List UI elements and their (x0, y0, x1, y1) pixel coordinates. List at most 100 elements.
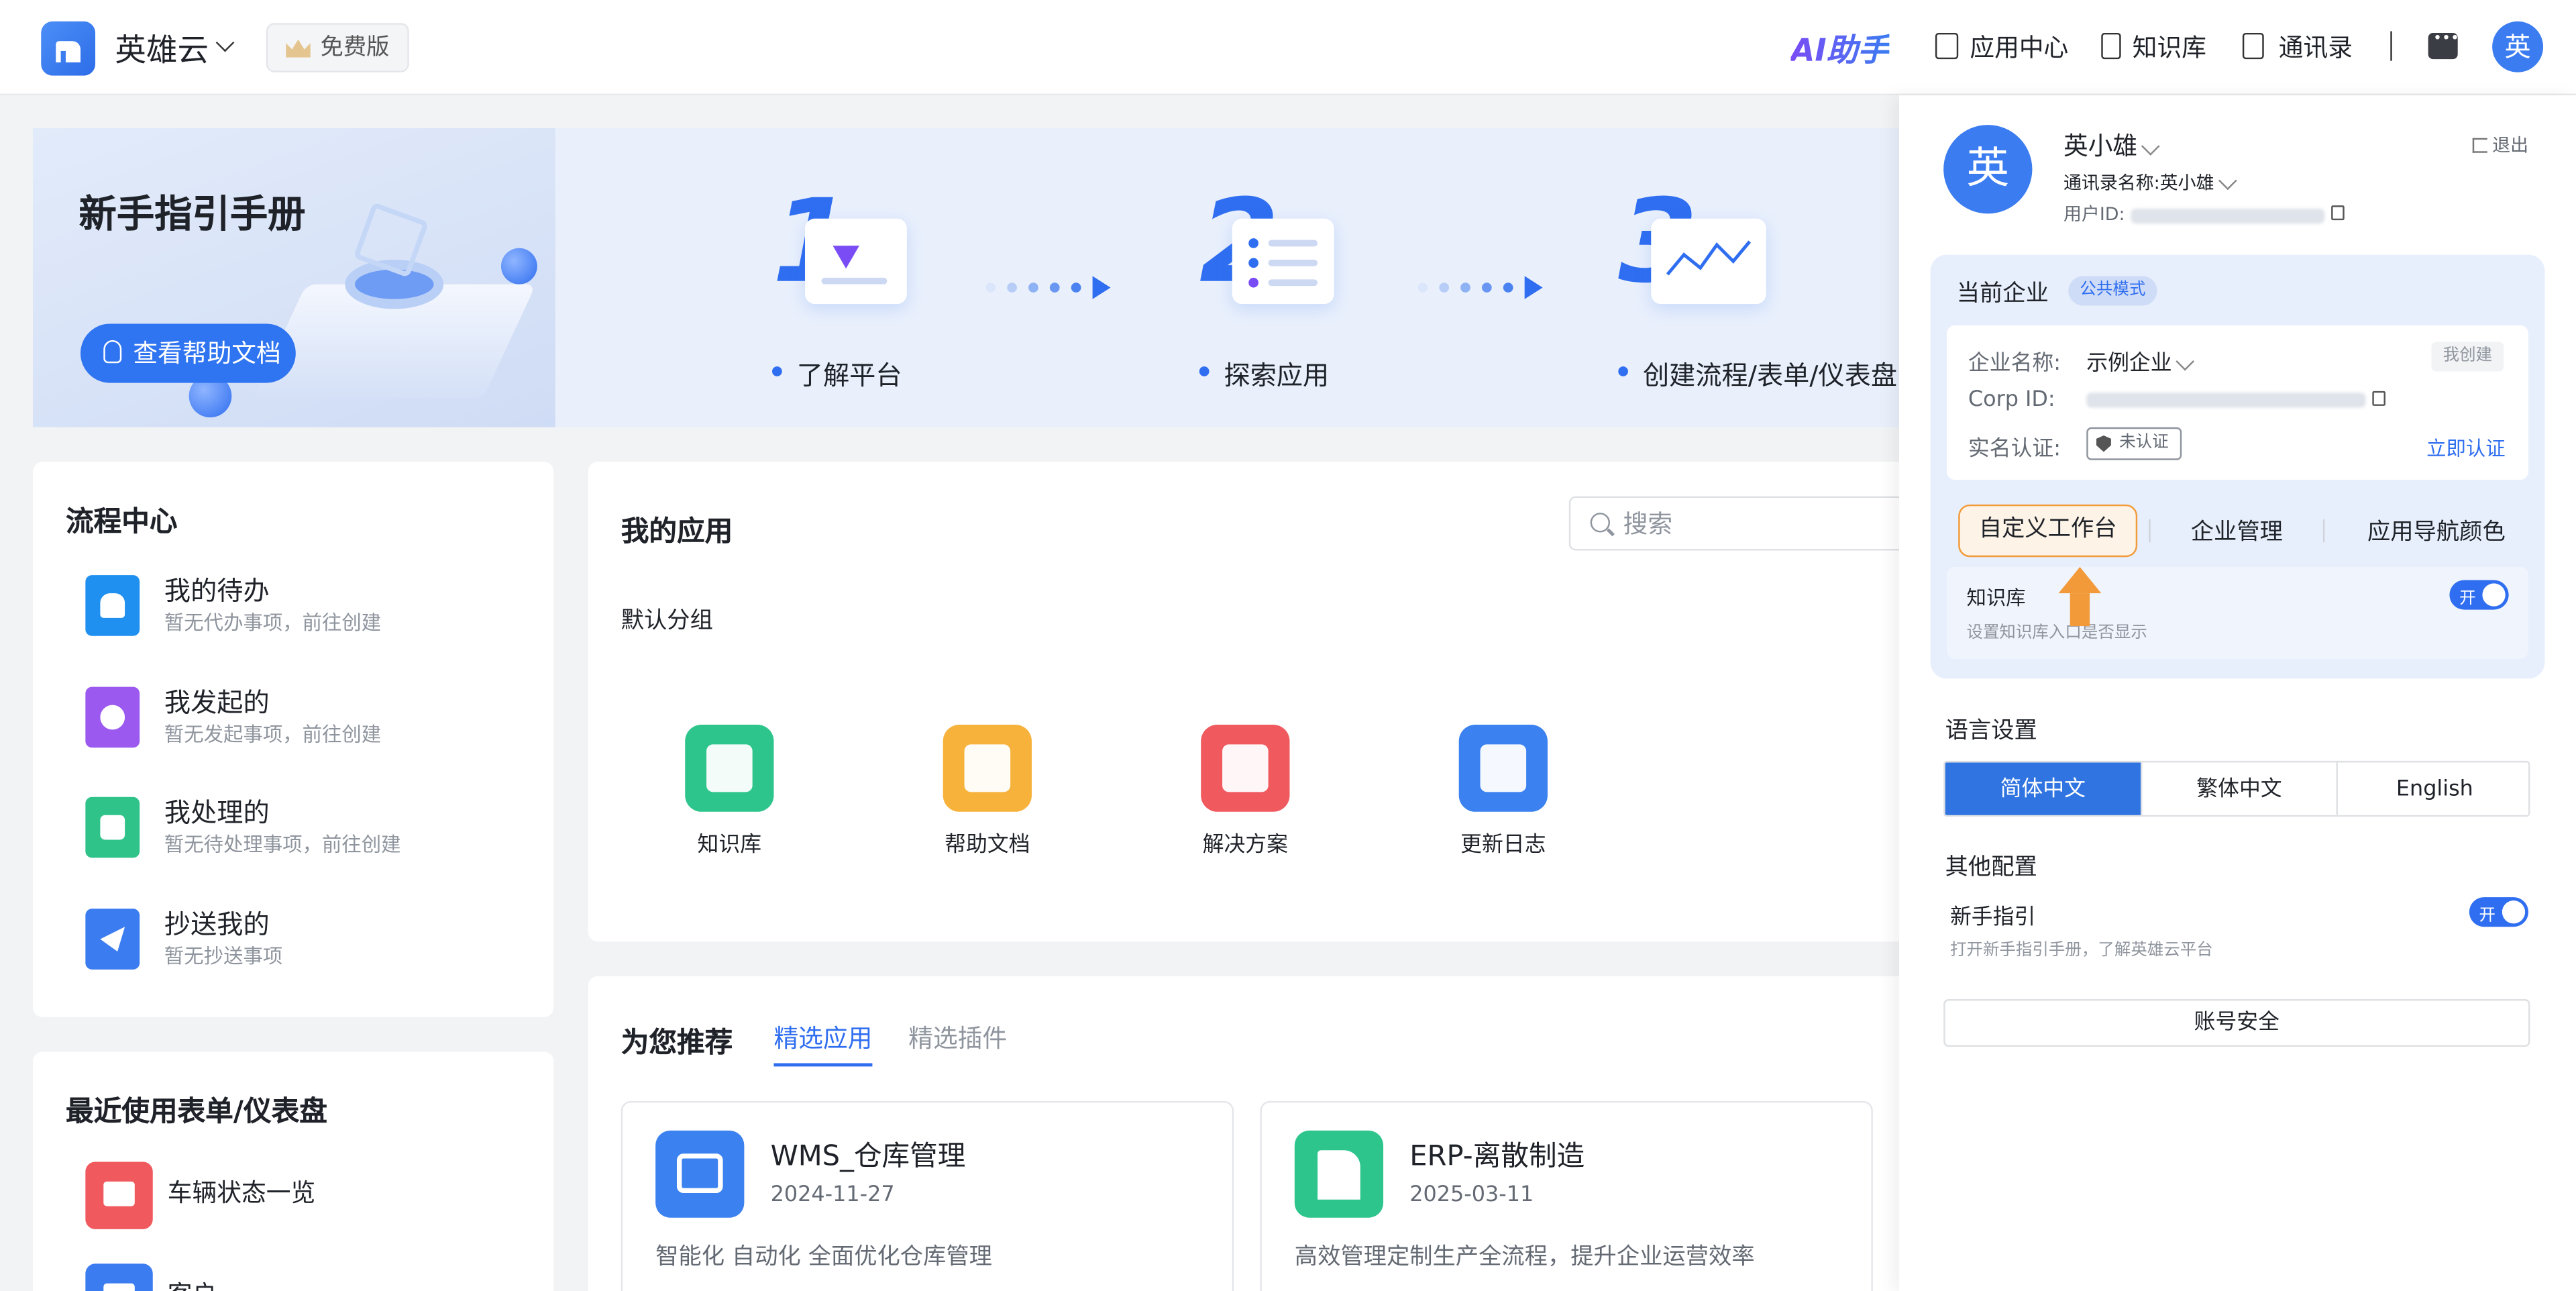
lang-english[interactable]: English (2336, 762, 2528, 815)
flow-item-todo[interactable]: 我的待办 暂无代办事项，前往创建 (85, 568, 513, 650)
help-docs-button[interactable]: 查看帮助文档 (80, 323, 296, 383)
panel-avatar[interactable]: 英 (1943, 125, 2033, 214)
top-bar: 英雄云 免费版 AI助手 应用中心 知识库 通讯录 英 (0, 0, 2576, 96)
send-icon (85, 909, 140, 970)
account-security-button[interactable]: 账号安全 (1943, 998, 2530, 1047)
tab-enterprise-management[interactable]: 企业管理 (2174, 515, 2300, 548)
panel-user-name: 英小雄 (2063, 128, 2160, 162)
enterprise-name-value: 示例企业 (2086, 345, 2195, 376)
verification-label: 实名认证: (1968, 437, 2061, 462)
flow-item-name: 抄送我的 (164, 909, 270, 940)
rec-card-desc: 智能化 自动化 全面优化仓库管理 (655, 1243, 992, 1271)
flow-item-initiated[interactable]: 我发起的 暂无发起事项，前往创建 (85, 680, 513, 762)
toggle-knob (2482, 583, 2506, 607)
app-help-docs[interactable]: 帮助文档 (920, 725, 1067, 872)
edit-icon[interactable] (2218, 171, 2237, 191)
user-id-label: 用户ID: (2063, 203, 2125, 225)
enterprise-name-label: 企业名称: (1968, 352, 2061, 376)
flow-item-processed[interactable]: 我处理的 暂无待处理事项，前往创建 (85, 790, 513, 872)
app-changelog[interactable]: 更新日志 (1436, 725, 1583, 872)
nav-knowledge-base[interactable]: 知识库 (2133, 30, 2206, 64)
copy-icon[interactable] (2330, 205, 2345, 221)
enterprise-title: 当前企业 (1956, 280, 2049, 307)
corp-id-redacted (2086, 393, 2366, 408)
message-icon[interactable] (2428, 32, 2459, 60)
app-name: 解决方案 (1202, 833, 1289, 858)
created-tag: 我创建 (2431, 342, 2504, 372)
app-root: 英雄云 免费版 AI助手 应用中心 知识库 通讯录 英 新手指引手册 查看帮助文… (0, 0, 2576, 1291)
recent-item[interactable]: 车辆状态一览 (85, 1155, 513, 1237)
lang-simplified-chinese[interactable]: 简体中文 (1945, 762, 2141, 815)
other-config-title: 其他配置 (1945, 854, 2037, 881)
chart-illustration (1651, 218, 1766, 305)
recommend-card: 为您推荐 精选应用 精选插件 WMS_仓库管理 2024-11-27 智能化 自… (588, 976, 1919, 1291)
step-arrow (1417, 270, 1543, 299)
search-input[interactable] (1623, 507, 1902, 541)
ai-assistant-button[interactable]: AI助手 (1790, 26, 1888, 70)
flow-item-name: 我处理的 (164, 796, 270, 829)
recommend-title: 为您推荐 (621, 1027, 733, 1060)
nav-contacts[interactable]: 通讯录 (2279, 30, 2353, 64)
verify-now-link[interactable]: 立即认证 (2426, 434, 2506, 462)
language-selector: 简体中文 繁体中文 English (1943, 760, 2530, 817)
app-solutions[interactable]: 解决方案 (1178, 725, 1326, 872)
bell-icon (85, 575, 140, 636)
user-id-redacted (2131, 207, 2325, 223)
step-arrow (985, 270, 1111, 299)
lightbulb-icon (103, 340, 122, 364)
rec-card-title: WMS_仓库管理 (770, 1140, 966, 1174)
toggle-label: 开 (2459, 590, 2476, 609)
knowledge-toggle[interactable]: 开 (2449, 580, 2509, 610)
kb-setting-sub: 设置知识库入口是否显示 (1966, 624, 2147, 643)
edit-icon[interactable] (2176, 352, 2195, 371)
flow-item-sub: 暂无抄送事项 (164, 945, 283, 968)
rec-card-date: 2025-03-11 (1409, 1183, 1534, 1208)
tab-featured-apps[interactable]: 精选应用 (773, 1021, 873, 1067)
lang-traditional-chinese[interactable]: 繁体中文 (2141, 762, 2336, 815)
plan-badge[interactable]: 免费版 (266, 23, 409, 72)
guide-toggle[interactable]: 开 (2469, 897, 2529, 927)
flow-item-cc[interactable]: 抄送我的 暂无抄送事项 (85, 902, 513, 984)
rec-card-title: ERP-离散制造 (1409, 1140, 1585, 1174)
rec-app-card[interactable]: WMS_仓库管理 2024-11-27 智能化 自动化 全面优化仓库管理 (621, 1100, 1234, 1291)
nav-app-center[interactable]: 应用中心 (1970, 30, 2068, 64)
tab-custom-workbench[interactable]: 自定义工作台 (1958, 504, 2138, 558)
enterprise-info: 企业名称: 示例企业 我创建 Corp ID: 实名认证: 未认证 立即认证 (1947, 325, 2529, 480)
app-knowledge-base[interactable]: 知识库 (662, 725, 810, 872)
logout-button[interactable]: 退出 (2472, 132, 2528, 158)
step-label: 创建流程/表单/仪表盘 (1618, 354, 1897, 393)
step-create[interactable]: 3 创建流程/表单/仪表盘 (1618, 128, 1906, 427)
toggle-label: 开 (2479, 907, 2496, 925)
logout-icon (2472, 138, 2487, 153)
contact-name-text: 通讯录名称:英小雄 (2063, 172, 2214, 194)
chevron-down-icon[interactable] (215, 33, 235, 52)
panel-user-id: 用户ID: (2063, 201, 2345, 227)
flow-item-sub: 暂无待处理事项，前往创建 (164, 833, 401, 856)
user-name-text: 英小雄 (2063, 131, 2138, 162)
recent-forms-title: 最近使用表单/仪表盘 (65, 1096, 327, 1129)
rec-app-card[interactable]: ERP-离散制造 2025-03-11 高效管理定制生产全流程，提升企业运营效率 (1260, 1100, 1873, 1291)
mode-badge: 公共模式 (2068, 276, 2157, 306)
contacts-icon (2242, 32, 2264, 60)
solution-icon (1201, 725, 1290, 812)
flow-item-name: 我发起的 (164, 686, 270, 719)
my-apps-card: 我的应用 默认分组 知识库 帮助文档 解决方案 更新日志 (588, 462, 1931, 942)
app-search[interactable] (1568, 496, 1931, 551)
factory-icon (1294, 1130, 1384, 1218)
logo-icon[interactable] (41, 21, 96, 76)
rec-card-date: 2024-11-27 (770, 1183, 895, 1208)
enterprise-section: 当前企业 公共模式 企业名称: 示例企业 我创建 Corp ID: 实名认证: … (1930, 254, 2545, 679)
app-name: 帮助文档 (945, 833, 1030, 858)
tab-featured-plugins[interactable]: 精选插件 (908, 1021, 1007, 1055)
banner-title: 新手指引手册 (78, 193, 306, 237)
arrow-up-icon (2058, 566, 2102, 629)
brand-name[interactable]: 英雄云 (115, 26, 209, 70)
tab-nav-color[interactable]: 应用导航颜色 (2354, 515, 2518, 548)
recent-item[interactable]: 客户 (85, 1257, 513, 1291)
copy-icon[interactable] (2372, 391, 2385, 406)
play-icon (85, 686, 140, 748)
edit-icon[interactable] (2141, 137, 2160, 156)
plan-badge-label: 免费版 (320, 34, 390, 61)
search-icon (1590, 513, 1611, 533)
user-avatar[interactable]: 英 (2492, 21, 2544, 72)
